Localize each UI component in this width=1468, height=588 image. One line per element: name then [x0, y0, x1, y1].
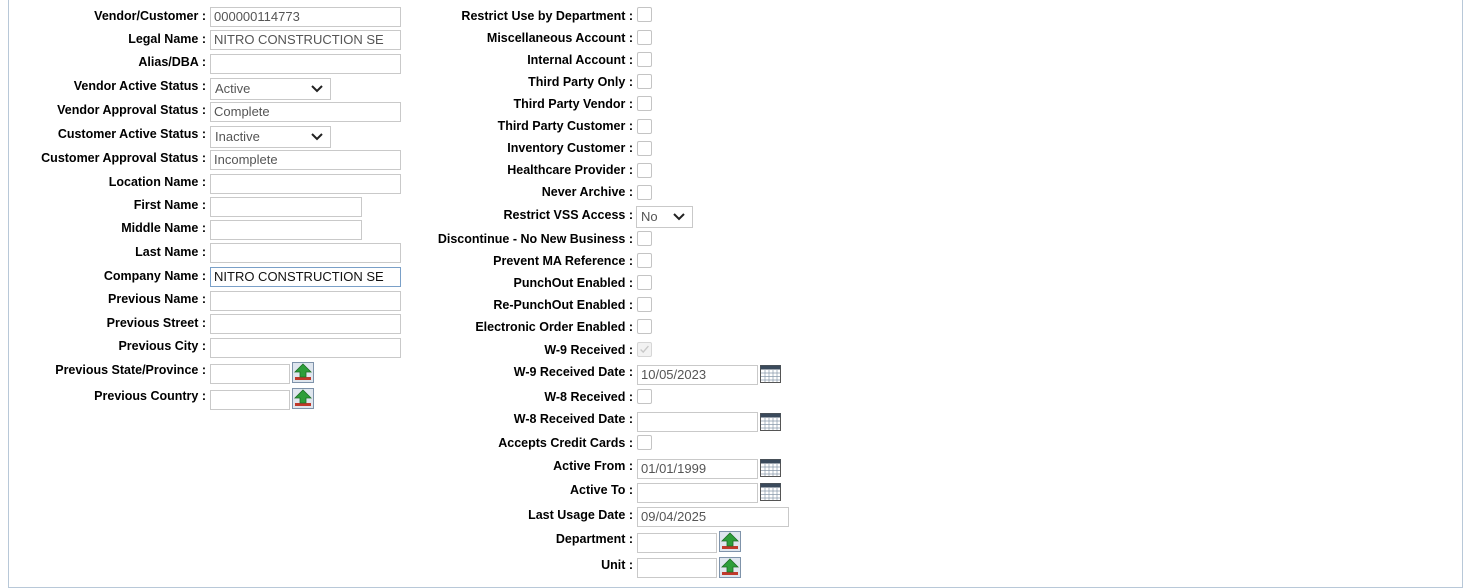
middle-name-field[interactable]	[210, 220, 362, 240]
inventory-customer-label: Inventory Customer :	[507, 141, 633, 155]
location-name-field[interactable]	[210, 174, 401, 194]
company-name-field[interactable]: NITRO CONSTRUCTION SE	[210, 267, 401, 287]
previous-state-field[interactable]	[210, 364, 290, 384]
repunchout-checkbox[interactable]	[637, 297, 652, 312]
previous-city-field[interactable]	[210, 338, 401, 358]
w9-date-label: W-9 Received Date :	[513, 365, 633, 379]
chevron-down-icon	[311, 85, 323, 93]
discontinue-checkbox[interactable]	[637, 231, 652, 246]
third-party-vendor-checkbox[interactable]	[637, 96, 652, 111]
third-party-only-label: Third Party Only :	[528, 75, 633, 89]
vendor-active-status-value: Active	[215, 81, 251, 96]
previous-name-label: Previous Name :	[108, 292, 206, 306]
w9-received-checkbox[interactable]	[637, 342, 652, 357]
prevent-ma-checkbox[interactable]	[637, 253, 652, 268]
customer-approval-status-field[interactable]: Incomplete	[210, 150, 401, 170]
healthcare-provider-label: Healthcare Provider :	[507, 163, 633, 177]
active-to-field[interactable]	[637, 483, 758, 503]
repunchout-label: Re-PunchOut Enabled :	[493, 298, 633, 312]
internal-account-checkbox[interactable]	[637, 52, 652, 67]
restrict-vss-label: Restrict VSS Access :	[503, 208, 633, 222]
active-from-field[interactable]: 01/01/1999	[637, 459, 758, 479]
lookup-arrow-icon[interactable]	[719, 531, 741, 552]
first-name-label: First Name :	[133, 198, 206, 212]
previous-street-label: Previous Street :	[106, 316, 206, 330]
customer-active-status-label: Customer Active Status :	[57, 127, 206, 141]
previous-street-field[interactable]	[210, 314, 401, 334]
middle-name-label: Middle Name :	[121, 221, 206, 235]
internal-account-label: Internal Account :	[527, 53, 633, 67]
accepts-cc-label: Accepts Credit Cards :	[498, 436, 633, 450]
first-name-field[interactable]	[210, 197, 362, 217]
third-party-vendor-label: Third Party Vendor :	[513, 97, 633, 111]
unit-label: Unit :	[601, 558, 633, 572]
last-name-label: Last Name :	[135, 245, 206, 259]
lookup-arrow-icon[interactable]	[292, 388, 314, 409]
restrict-dept-checkbox[interactable]	[637, 7, 652, 22]
department-label: Department :	[555, 532, 633, 546]
vendor-customer-label: Vendor/Customer :	[94, 9, 206, 23]
company-name-label: Company Name :	[103, 269, 206, 283]
calendar-icon[interactable]	[760, 413, 781, 431]
vendor-customer-field[interactable]: 000000114773	[210, 7, 401, 27]
last-name-field[interactable]	[210, 243, 401, 263]
checkmark-icon	[640, 345, 649, 354]
w9-received-label: W-9 Received :	[544, 343, 633, 357]
alias-dba-field[interactable]	[210, 54, 401, 74]
previous-state-label: Previous State/Province :	[55, 363, 206, 377]
vendor-approval-status-field[interactable]: Complete	[210, 102, 401, 122]
legal-name-label: Legal Name :	[128, 32, 206, 46]
discontinue-label: Discontinue - No New Business :	[437, 232, 633, 246]
chevron-down-icon	[673, 213, 685, 221]
customer-active-status-value: Inactive	[215, 129, 260, 144]
electronic-order-checkbox[interactable]	[637, 319, 652, 334]
customer-active-status-select[interactable]: Inactive	[210, 126, 331, 148]
vendor-active-status-select[interactable]: Active	[210, 78, 331, 100]
misc-account-checkbox[interactable]	[637, 30, 652, 45]
calendar-icon[interactable]	[760, 483, 781, 501]
third-party-customer-label: Third Party Customer :	[497, 119, 633, 133]
third-party-only-checkbox[interactable]	[637, 74, 652, 89]
previous-country-label: Previous Country :	[94, 389, 206, 403]
previous-city-label: Previous City :	[118, 339, 206, 353]
accepts-cc-checkbox[interactable]	[637, 435, 652, 450]
department-field[interactable]	[637, 533, 717, 553]
legal-name-field[interactable]: NITRO CONSTRUCTION SE	[210, 30, 401, 50]
previous-name-field[interactable]	[210, 291, 401, 311]
calendar-icon[interactable]	[760, 459, 781, 477]
restrict-vss-select[interactable]: No	[636, 206, 693, 228]
vendor-active-status-label: Vendor Active Status :	[73, 79, 206, 93]
w9-date-field[interactable]: 10/05/2023	[637, 365, 758, 385]
lookup-arrow-icon[interactable]	[292, 362, 314, 383]
last-usage-label: Last Usage Date :	[528, 508, 633, 522]
lookup-arrow-icon[interactable]	[719, 557, 741, 578]
calendar-icon[interactable]	[760, 365, 781, 383]
misc-account-label: Miscellaneous Account :	[486, 31, 633, 45]
location-name-label: Location Name :	[108, 175, 206, 189]
punchout-checkbox[interactable]	[637, 275, 652, 290]
vendor-approval-status-label: Vendor Approval Status :	[57, 103, 206, 117]
customer-approval-status-label: Customer Approval Status :	[41, 151, 206, 165]
third-party-customer-checkbox[interactable]	[637, 119, 652, 134]
restrict-dept-label: Restrict Use by Department :	[461, 9, 633, 23]
w8-received-checkbox[interactable]	[637, 389, 652, 404]
chevron-down-icon	[311, 133, 323, 141]
prevent-ma-label: Prevent MA Reference :	[493, 254, 633, 268]
previous-country-field[interactable]	[210, 390, 290, 410]
w8-received-label: W-8 Received :	[544, 390, 633, 404]
last-usage-field[interactable]: 09/04/2025	[637, 507, 789, 527]
electronic-order-label: Electronic Order Enabled :	[475, 320, 633, 334]
w8-date-field[interactable]	[637, 412, 758, 432]
active-from-label: Active From :	[553, 459, 633, 473]
punchout-label: PunchOut Enabled :	[513, 276, 633, 290]
restrict-vss-value: No	[641, 209, 658, 224]
w8-date-label: W-8 Received Date :	[513, 412, 633, 426]
unit-field[interactable]	[637, 558, 717, 578]
active-to-label: Active To :	[570, 483, 633, 497]
alias-dba-label: Alias/DBA :	[138, 55, 206, 69]
never-archive-label: Never Archive :	[541, 185, 633, 199]
healthcare-provider-checkbox[interactable]	[637, 163, 652, 178]
inventory-customer-checkbox[interactable]	[637, 141, 652, 156]
never-archive-checkbox[interactable]	[637, 185, 652, 200]
